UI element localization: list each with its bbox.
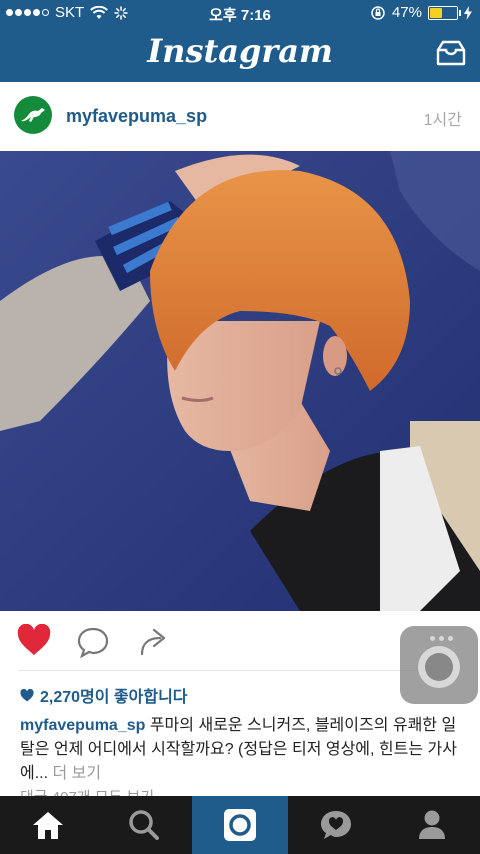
status-bar: SKT 오후 7:16 47% bbox=[0, 0, 480, 26]
assistive-dots bbox=[430, 636, 453, 641]
camera-icon bbox=[224, 809, 256, 841]
battery-label: 47% bbox=[391, 4, 422, 21]
heart-icon[interactable] bbox=[16, 624, 52, 656]
comment-icon[interactable] bbox=[76, 626, 110, 658]
likes-count[interactable]: 2,270명이 좋아합니다 bbox=[20, 683, 188, 707]
profile-icon bbox=[419, 810, 445, 839]
small-heart-icon bbox=[20, 688, 34, 701]
post-time: 1시간 bbox=[423, 112, 462, 129]
inbox-icon[interactable] bbox=[436, 40, 466, 66]
post-photo-illustration bbox=[0, 151, 480, 611]
tab-camera[interactable] bbox=[192, 796, 288, 854]
tab-home[interactable] bbox=[0, 796, 96, 854]
post-header: myfavepuma_sp 1시간 bbox=[0, 82, 480, 146]
instagram-logo: Instagram bbox=[147, 32, 333, 70]
more-link[interactable]: 더 보기 bbox=[48, 765, 102, 782]
post-username[interactable]: myfavepuma_sp bbox=[66, 106, 207, 127]
tab-search[interactable] bbox=[96, 796, 192, 854]
assistive-touch-button[interactable] bbox=[400, 626, 478, 704]
caption-username[interactable]: myfavepuma_sp bbox=[20, 717, 145, 734]
avatar[interactable] bbox=[14, 96, 52, 134]
home-icon bbox=[33, 812, 63, 839]
share-icon[interactable] bbox=[136, 626, 170, 658]
caption: myfavepuma_sp 푸마의 새로운 스니커즈, 블레이즈의 유쾌한 일탈… bbox=[20, 714, 466, 786]
divider bbox=[18, 670, 460, 671]
activity-icon bbox=[321, 811, 351, 839]
rotation-lock-icon bbox=[371, 5, 385, 20]
tab-profile[interactable] bbox=[384, 796, 480, 854]
search-icon bbox=[129, 810, 159, 840]
tab-bar bbox=[0, 796, 480, 854]
tab-activity[interactable] bbox=[288, 796, 384, 854]
puma-logo-icon bbox=[21, 108, 45, 122]
charging-icon bbox=[464, 5, 472, 20]
assistive-ring bbox=[418, 646, 460, 688]
post-photo[interactable] bbox=[0, 151, 480, 611]
battery-icon bbox=[428, 5, 461, 20]
status-right: 47% bbox=[370, 4, 472, 21]
likes-label: 2,270명이 좋아합니다 bbox=[40, 689, 188, 706]
nav-bar: Instagram bbox=[0, 26, 480, 82]
